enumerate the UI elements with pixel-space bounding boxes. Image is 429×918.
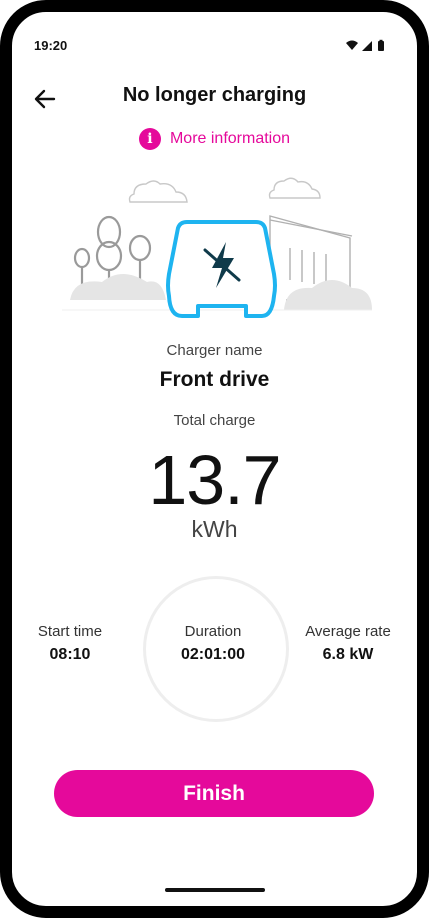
start-time-stat: Start time 08:10 [12, 623, 135, 664]
bush-left-icon [70, 274, 166, 300]
average-rate-value: 6.8 kW [322, 646, 374, 663]
duration-value: 02:01:00 [180, 646, 246, 663]
bush-right-icon [284, 280, 372, 310]
more-information-link[interactable]: i More information [12, 128, 417, 150]
status-time: 19:20 [34, 38, 68, 53]
home-indicator[interactable] [165, 888, 265, 892]
status-icons [346, 39, 384, 51]
duration-stat: Duration 02:01:00 [148, 623, 278, 664]
cloud-left-icon [128, 180, 188, 203]
total-charge-unit: kWh [191, 516, 238, 542]
more-information-label: More information [169, 130, 291, 147]
start-time-label: Start time [37, 623, 103, 640]
battery-icon [378, 41, 384, 51]
average-rate-stat: Average rate 6.8 kW [283, 623, 413, 664]
duration-label: Duration [184, 623, 242, 640]
wifi-icon [346, 40, 358, 50]
finish-button[interactable]: Finish [54, 770, 374, 817]
cloud-right-icon [268, 177, 321, 199]
charger-name-label: Charger name [166, 342, 263, 359]
phone-frame: 19:20 No longer charging i More informat… [0, 0, 429, 918]
charger-name: Front drive [159, 368, 270, 391]
total-charge-label: Total charge [173, 412, 256, 429]
start-time-value: 08:10 [49, 646, 91, 663]
total-charge-value: 13.7 [148, 441, 281, 519]
charger-illustration [62, 177, 372, 318]
signal-icon [362, 41, 372, 51]
ev-charger-icon [166, 220, 277, 318]
page-title: No longer charging [122, 84, 307, 106]
average-rate-label: Average rate [305, 623, 391, 640]
info-icon: i [138, 128, 161, 150]
